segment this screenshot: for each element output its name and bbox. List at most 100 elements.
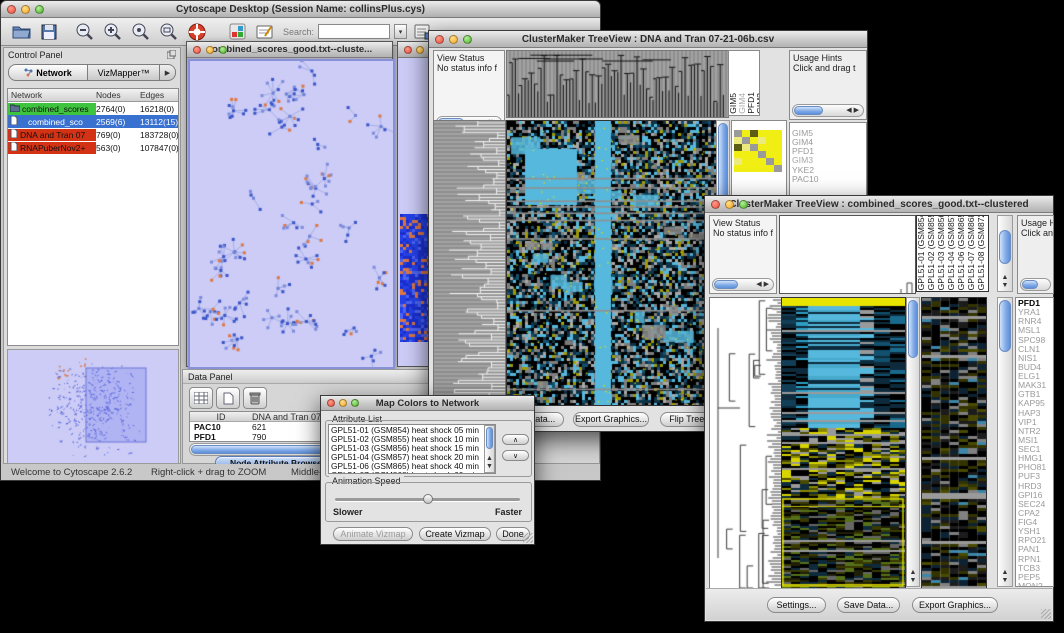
minimize-button[interactable]	[449, 35, 458, 44]
tv2-save-data-button[interactable]: Save Data...	[837, 597, 900, 613]
tv1-top-dendrogram[interactable]	[506, 50, 729, 118]
status-hint-pan: Middle-	[291, 467, 322, 478]
matrix-cell	[734, 144, 742, 151]
matrix-cell	[758, 151, 766, 158]
tv1-export-graphics-button[interactable]: Export Graphics...	[573, 412, 649, 427]
close-button[interactable]	[327, 399, 335, 407]
slider-thumb[interactable]	[423, 494, 433, 504]
annotation-icon[interactable]	[253, 20, 277, 43]
zoom-button[interactable]	[351, 399, 359, 407]
network-row[interactable]: RNAPuberNov2+563(0)107847(0)	[8, 141, 178, 154]
animation-slider[interactable]	[335, 494, 520, 504]
search-dropdown-button[interactable]: ▾	[394, 24, 407, 39]
tv2-top-dendrogram[interactable]	[779, 215, 916, 294]
animate-vizmap-button[interactable]: Animate Vizmap	[333, 527, 413, 541]
close-button[interactable]	[7, 5, 16, 14]
attribute-list-item[interactable]: GPL51-07 (GSM868) heat shock 60 min	[331, 471, 493, 474]
zoom-in-icon[interactable]	[101, 20, 125, 43]
main-titlebar[interactable]: Cytoscape Desktop (Session Name: collins…	[1, 1, 600, 18]
tv2-hints-hscrollbar[interactable]	[1020, 278, 1051, 291]
zoom-button[interactable]	[219, 46, 227, 54]
zoom-button[interactable]	[35, 5, 44, 14]
gene-label[interactable]: MON2	[1018, 582, 1051, 587]
attribute-list-item[interactable]: GPL51-04 (GSM857) heat shock 20 min	[331, 453, 493, 462]
matrix-cell	[758, 165, 766, 172]
table-view-icon[interactable]	[189, 387, 213, 409]
save-icon[interactable]	[37, 20, 61, 43]
matrix-cell	[734, 151, 742, 158]
tv1-similarity-matrix[interactable]	[734, 130, 782, 172]
tab-vizmapper[interactable]: VizMapper™	[88, 64, 160, 81]
delete-attribute-trash-icon[interactable]	[243, 387, 267, 409]
tv2-settings-button[interactable]: Settings...	[767, 597, 826, 613]
gene-label[interactable]: PAC10	[792, 175, 864, 184]
tv2-genelist-vscrollbar[interactable]: ▲▼	[997, 297, 1013, 587]
resize-grip[interactable]	[1041, 609, 1051, 619]
tv2-selection-heatmap[interactable]	[921, 297, 987, 589]
tv2-heatmap-vscrollbar[interactable]: ▲▼	[906, 297, 920, 587]
tv2-row-dendrogram[interactable]	[709, 297, 782, 589]
network-table-header: Network Nodes Edges	[8, 89, 178, 102]
close-button[interactable]	[193, 46, 201, 54]
matrix-cell	[742, 137, 750, 144]
network-canvas[interactable]	[188, 59, 395, 369]
open-folder-icon[interactable]	[9, 20, 33, 43]
matrix-cell	[734, 158, 742, 165]
tv1-titlebar[interactable]: ClusterMaker TreeView : DNA and Tran 07-…	[429, 31, 867, 48]
attribute-list-item[interactable]: GPL51-06 (GSM865) heat shock 40 min	[331, 462, 493, 471]
treeview-window-combined: ClusterMaker TreeView : combined_scores_…	[704, 195, 1054, 622]
network-overview-thumbnail[interactable]	[7, 349, 179, 464]
node-appearance-icon[interactable]	[225, 20, 249, 43]
attribute-list-item[interactable]: GPL51-02 (GSM855) heat shock 10 min	[331, 435, 493, 444]
tab-overflow-button[interactable]: ▶	[160, 64, 176, 81]
minimize-button[interactable]	[206, 46, 214, 54]
matrix-cell	[758, 158, 766, 165]
resize-grip[interactable]	[523, 533, 533, 543]
help-lifesaver-icon[interactable]	[185, 20, 209, 43]
matrix-view-titlebar[interactable]	[398, 42, 429, 58]
float-panel-icon[interactable]	[167, 46, 176, 64]
tab-network[interactable]: Network	[8, 64, 88, 81]
tv1-heatmap[interactable]	[506, 120, 717, 406]
close-button[interactable]	[404, 46, 412, 54]
minimize-button[interactable]	[21, 5, 30, 14]
zoom-selected-icon[interactable]	[129, 20, 153, 43]
matrix-cell	[758, 130, 766, 137]
attribute-list-vscrollbar[interactable]: ▲▼	[484, 425, 495, 473]
matrix-cell	[742, 165, 750, 172]
move-up-button[interactable]: ∧	[502, 434, 529, 445]
matrix-cell	[750, 151, 758, 158]
panel-tabs: Network VizMapper™ ▶	[8, 64, 176, 81]
attribute-list: GPL51-01 (GSM854) heat shock 05 minGPL51…	[328, 424, 496, 474]
status-welcome: Welcome to Cytoscape 2.6.2	[11, 467, 132, 478]
tv2-titlebar[interactable]: ClusterMaker TreeView : combined_scores_…	[705, 196, 1053, 213]
move-down-button[interactable]: ∨	[502, 450, 529, 461]
create-vizmap-button[interactable]: Create Vizmap	[419, 527, 491, 541]
tv2-status-hscrollbar[interactable]: ◀▶	[712, 278, 774, 291]
network-row[interactable]: DNA and Tran 07769(0)183728(0)	[8, 128, 178, 141]
dialog-titlebar[interactable]: Map Colors to Network	[321, 396, 534, 411]
minimize-button[interactable]	[339, 399, 347, 407]
minimize-button[interactable]	[416, 46, 424, 54]
search-input[interactable]	[318, 24, 390, 39]
tv2-collabel-vscrollbar[interactable]: ▲▼	[997, 215, 1013, 292]
attribute-list-item[interactable]: GPL51-03 (GSM856) heat shock 15 min	[331, 444, 493, 453]
network-view-titlebar[interactable]: combined_scores_good.txt--cluste...	[187, 42, 392, 58]
zoom-out-icon[interactable]	[73, 20, 97, 43]
tv1-hints-hscrollbar[interactable]: ◀▶	[792, 104, 864, 117]
tv1-row-dendrogram[interactable]	[433, 120, 506, 406]
network-row[interactable]: combined_sco2569(6)13112(15)	[8, 115, 178, 128]
close-button[interactable]	[435, 35, 444, 44]
zoom-fit-icon[interactable]	[157, 20, 181, 43]
attribute-list-item[interactable]: GPL51-01 (GSM854) heat shock 05 min	[331, 426, 493, 435]
new-attribute-icon[interactable]	[216, 387, 240, 409]
matrix-canvas[interactable]	[400, 214, 430, 342]
minimize-button[interactable]	[725, 200, 734, 209]
array-column-label: GPL51-03 (GSM856)	[937, 215, 946, 290]
tv2-heatmap[interactable]	[781, 297, 906, 589]
zoom-button[interactable]	[463, 35, 472, 44]
network-row[interactable]: combined_scores2764(0)16218(0)	[8, 102, 178, 115]
zoom-button[interactable]	[739, 200, 748, 209]
tv2-export-graphics-button[interactable]: Export Graphics...	[912, 597, 998, 613]
close-button[interactable]	[711, 200, 720, 209]
